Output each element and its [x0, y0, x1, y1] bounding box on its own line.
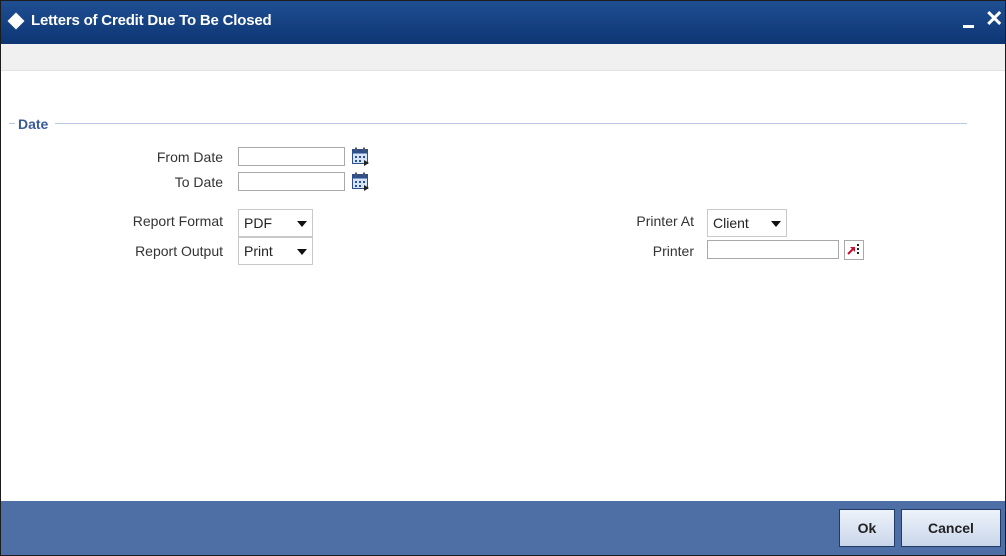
printer-at-label: Printer At: [636, 213, 694, 229]
ok-button[interactable]: Ok: [839, 509, 895, 547]
from-date-input[interactable]: [238, 147, 345, 166]
report-format-label: Report Format: [132, 213, 223, 229]
printer-input[interactable]: [707, 240, 839, 259]
printer-at-value: Client: [713, 215, 749, 231]
section-title-date: Date: [18, 116, 49, 132]
report-format-value: PDF: [244, 215, 272, 231]
calendar-icon: [352, 147, 369, 166]
to-date-calendar-button[interactable]: [351, 172, 371, 192]
chevron-down-icon: [297, 249, 307, 255]
form-content: Date From Date To Date Report Format PDF…: [1, 71, 1005, 501]
window-title: Letters of Credit Due To Be Closed: [31, 12, 272, 29]
minimize-icon: [963, 25, 974, 28]
section-divider: [55, 123, 967, 124]
cancel-button[interactable]: Cancel: [901, 509, 1001, 547]
report-dialog: Letters of Credit Due To Be Closed ✕ Dat…: [0, 0, 1006, 556]
to-date-input[interactable]: [238, 172, 345, 191]
report-output-label: Report Output: [135, 243, 223, 259]
printer-lov-button[interactable]: [844, 240, 864, 260]
lov-search-icon: [847, 244, 859, 255]
from-date-calendar-button[interactable]: [351, 147, 371, 167]
chevron-down-icon: [297, 221, 307, 227]
close-button[interactable]: ✕: [985, 7, 1003, 31]
title-diamond-icon: [7, 12, 25, 30]
report-format-select[interactable]: PDF: [238, 209, 313, 237]
to-date-label: To Date: [174, 174, 223, 190]
report-output-select[interactable]: Print: [238, 237, 313, 265]
printer-label: Printer: [652, 243, 694, 259]
section-divider-left: [9, 123, 15, 124]
toolbar-strip: [1, 44, 1005, 71]
printer-at-select[interactable]: Client: [707, 209, 787, 237]
title-bar[interactable]: Letters of Credit Due To Be Closed ✕: [1, 1, 1005, 44]
footer-bar: Ok Cancel: [1, 501, 1005, 555]
minimize-button[interactable]: [963, 9, 977, 31]
from-date-label: From Date: [156, 149, 223, 165]
report-output-value: Print: [244, 243, 273, 259]
chevron-down-icon: [771, 221, 781, 227]
calendar-icon: [352, 172, 369, 191]
close-icon: ✕: [985, 6, 1004, 31]
